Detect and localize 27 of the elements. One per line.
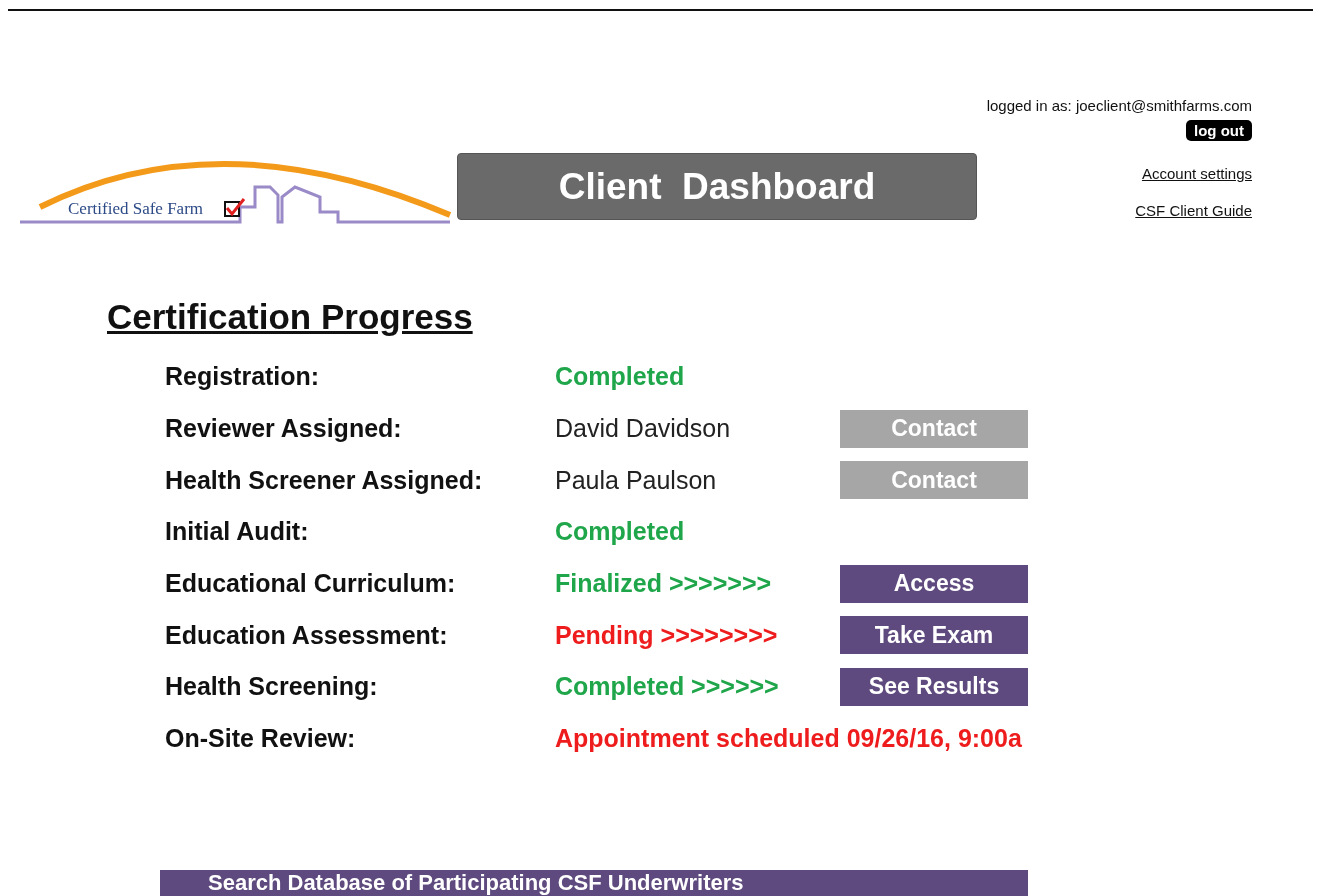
step-label: On-Site Review: [165,724,357,754]
action-button[interactable]: See Results [840,667,1028,706]
step-label: Registration: [165,362,321,392]
step-status: Appointment scheduled 09/26/16, 9:00a [555,724,1022,754]
action-button[interactable]: Take Exam [840,616,1028,655]
section-heading: Certification Progress [107,297,474,337]
step-status: Completed [555,362,685,392]
step-label: Educational Curriculum: [165,569,457,599]
step-label: Reviewer Assigned: [165,414,403,444]
step-label: Health Screener Assigned: [165,465,484,495]
page-title: Client Dashboard [457,153,977,220]
logout-button[interactable]: log out [1186,120,1252,141]
step-label: Health Screening: [165,672,379,702]
step-status: David Davidson [555,414,732,444]
step-status: Finalized >>>>>>> [555,569,773,599]
step-label: Initial Audit: [165,517,310,547]
user-email: logged in as: joeclient@smithfarms.com [986,97,1252,114]
logo-text: Certified Safe Farm [68,199,203,219]
search-database-button[interactable]: Search Database of Participating CSF Underwriters [160,869,1028,896]
header-link[interactable]: CSF Client Guide [1135,202,1252,219]
header-link[interactable]: Account settings [1141,165,1252,182]
step-status: Pending >>>>>>>> [555,620,779,650]
step-label: Education Assessment: [165,620,449,650]
action-button[interactable]: Access [840,564,1028,603]
step-status: Paula Paulson [555,465,718,495]
step-status: Completed [555,517,685,547]
step-status: Completed >>>>>> [555,672,780,702]
